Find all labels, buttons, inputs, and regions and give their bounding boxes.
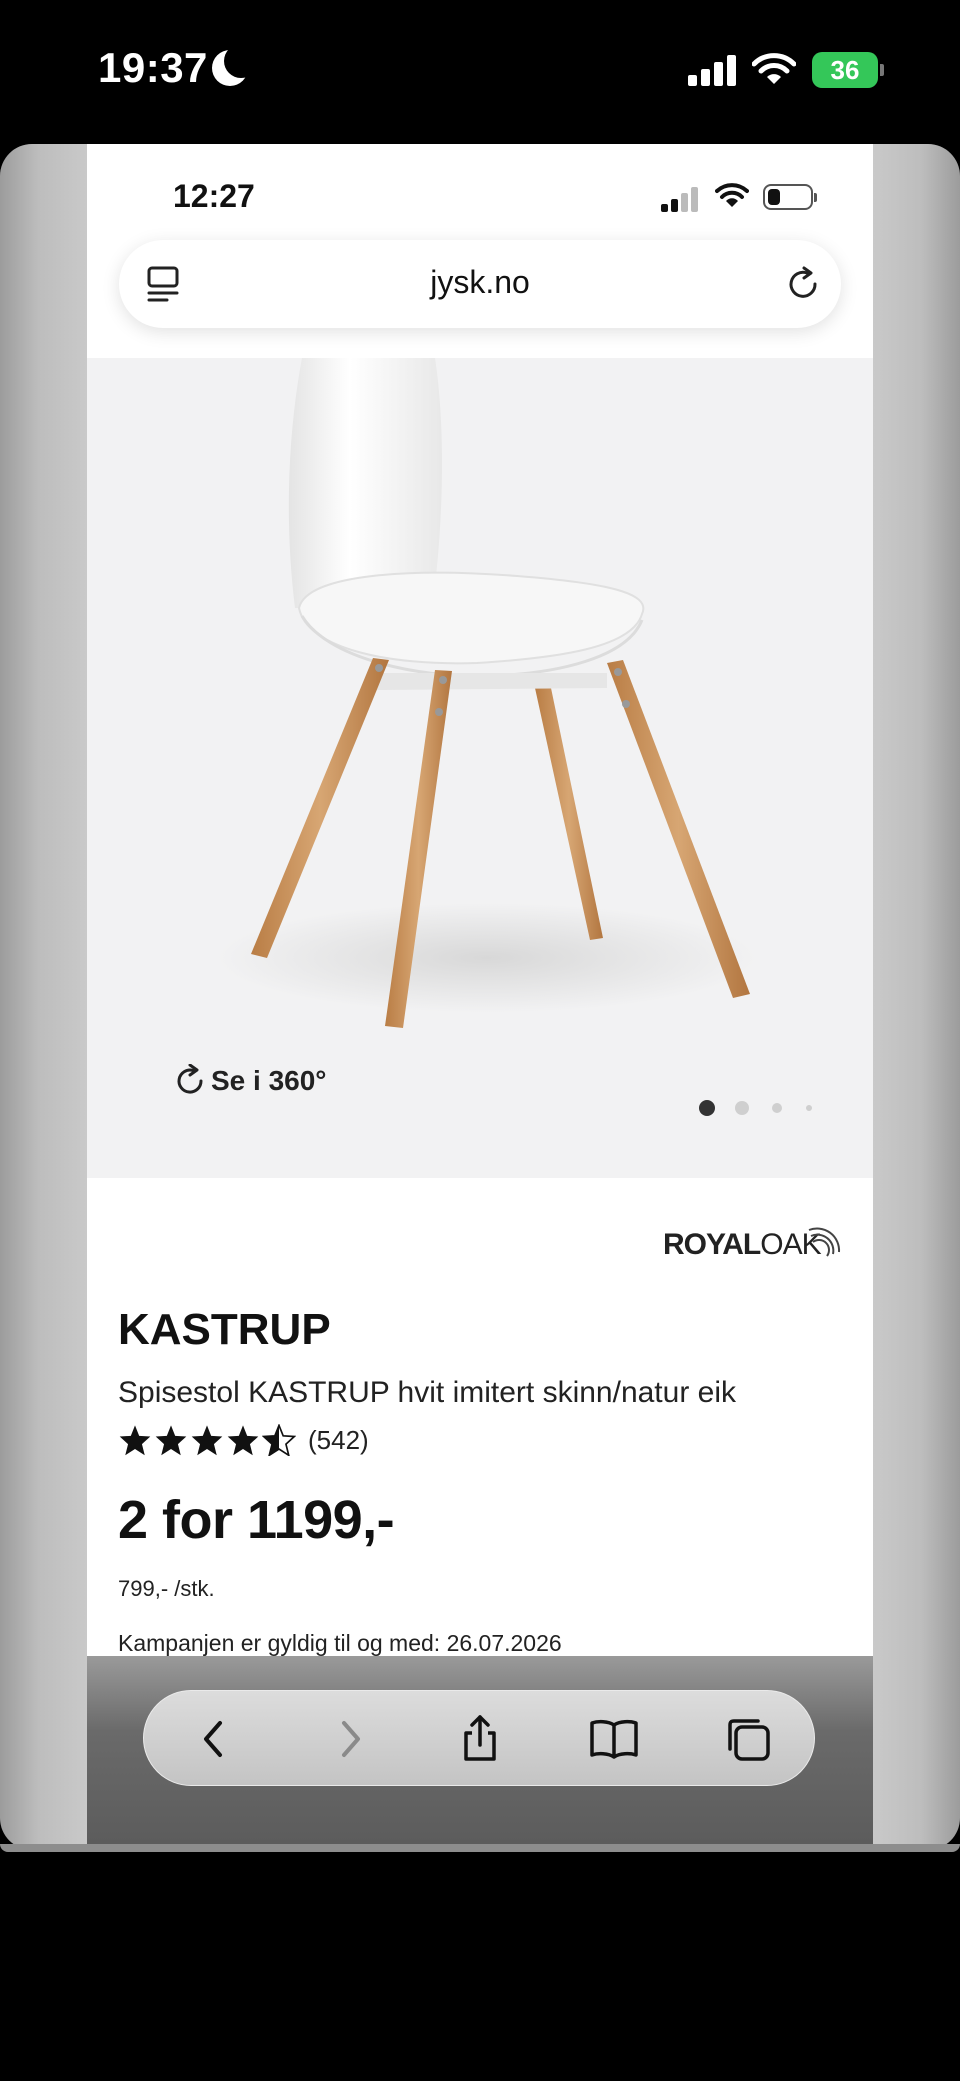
browser-status-time: 12:27 — [173, 178, 255, 214]
page-dot-3[interactable] — [772, 1103, 782, 1113]
product-subtitle: Spisestol KASTRUP hvit imitert skinn/nat… — [118, 1376, 737, 1409]
view-360-label: Se i 360° — [211, 1065, 327, 1096]
page-dot-1[interactable] — [699, 1100, 715, 1116]
inner-signal-icon — [661, 186, 701, 212]
rating-stars — [118, 1424, 296, 1456]
unit-price: 799,- /stk. — [118, 1576, 215, 1601]
product-image-gallery[interactable]: Se i 360° — [87, 358, 873, 1178]
view-360-button[interactable]: Se i 360° — [173, 1064, 327, 1098]
inner-wifi-icon — [715, 183, 749, 207]
half-star-icon — [262, 1424, 296, 1456]
inner-battery-icon — [763, 184, 817, 210]
battery-level: 36 — [830, 55, 860, 85]
bookmarks-icon[interactable] — [588, 1713, 640, 1765]
forward-icon[interactable] — [324, 1713, 376, 1765]
browser-screen: 12:27 jysk.no Se i 360° ROYALOAK KASTRUP… — [87, 144, 873, 1844]
device-time: 19:37 — [98, 44, 208, 91]
frame-edge — [0, 1844, 960, 1852]
star-icon — [191, 1425, 223, 1456]
star-icon — [119, 1425, 151, 1456]
address-bar[interactable]: jysk.no — [119, 240, 841, 328]
cellular-signal-icon — [688, 54, 736, 86]
reload-icon[interactable] — [785, 266, 821, 302]
brand-logo-text: ROYALOAK — [663, 1228, 822, 1262]
page-dot-2[interactable] — [735, 1101, 749, 1115]
campaign-validity: Kampanjen er gyldig til og med: 26.07.20… — [118, 1630, 562, 1656]
chair-product-image — [217, 358, 757, 1028]
product-price: 2 for 1199,- — [118, 1490, 395, 1550]
wifi-icon — [752, 53, 796, 84]
rating-count[interactable]: (542) — [308, 1425, 369, 1456]
star-icon — [155, 1425, 187, 1456]
device-status-bar: 19:37 36 — [0, 0, 960, 140]
share-icon[interactable] — [454, 1713, 506, 1765]
star-icon — [227, 1425, 259, 1456]
battery-icon: 36 — [812, 52, 884, 88]
royal-oak-logo[interactable]: ROYALOAK — [663, 1212, 845, 1268]
browser-toolbar — [143, 1690, 815, 1786]
page-dot-4[interactable] — [806, 1105, 812, 1111]
product-title: KASTRUP — [118, 1305, 331, 1354]
focus-moon-icon — [212, 44, 258, 86]
brand-arcs-icon — [808, 1227, 841, 1257]
url-text[interactable]: jysk.no — [119, 264, 841, 301]
gallery-page-dots[interactable] — [699, 1098, 819, 1118]
rotate-360-icon — [177, 1064, 203, 1094]
back-icon[interactable] — [188, 1713, 240, 1765]
tabs-icon[interactable] — [722, 1713, 774, 1765]
product-rating[interactable]: (542) — [118, 1424, 369, 1456]
brand-logo-bold: ROYAL — [663, 1228, 761, 1261]
